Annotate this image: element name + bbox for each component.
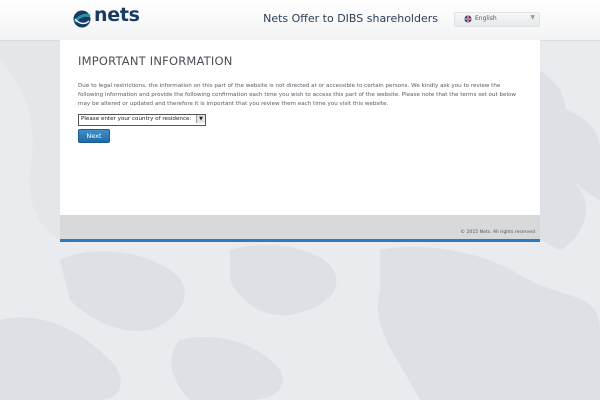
legal-notice: Due to legal restrictions, the informati… [78,83,517,108]
logo-text: nets [94,4,140,26]
chevron-down-icon: ▼ [530,14,535,21]
language-label: English [475,15,497,22]
content: IMPORTANT INFORMATION Due to legal restr… [78,54,518,143]
country-select[interactable]: Please enter your country of residence: … [78,113,206,126]
chevron-down-icon: ▼ [196,114,205,123]
footer: © 2015 Nets. All rights reserved [60,215,540,240]
footer-accent-bar [60,239,540,242]
copyright: © 2015 Nets. All rights reserved [460,230,535,235]
uk-flag-icon [464,15,472,23]
country-select-value: Please enter your country of residence: [81,115,192,122]
page-title: IMPORTANT INFORMATION [78,54,233,68]
language-select[interactable]: English ▼ [454,12,540,27]
header: nets Nets Offer to DIBS shareholders Eng… [0,0,600,41]
site-title: Nets Offer to DIBS shareholders [263,12,438,25]
main-panel: IMPORTANT INFORMATION Due to legal restr… [60,40,540,240]
next-button[interactable]: Next [78,128,110,143]
